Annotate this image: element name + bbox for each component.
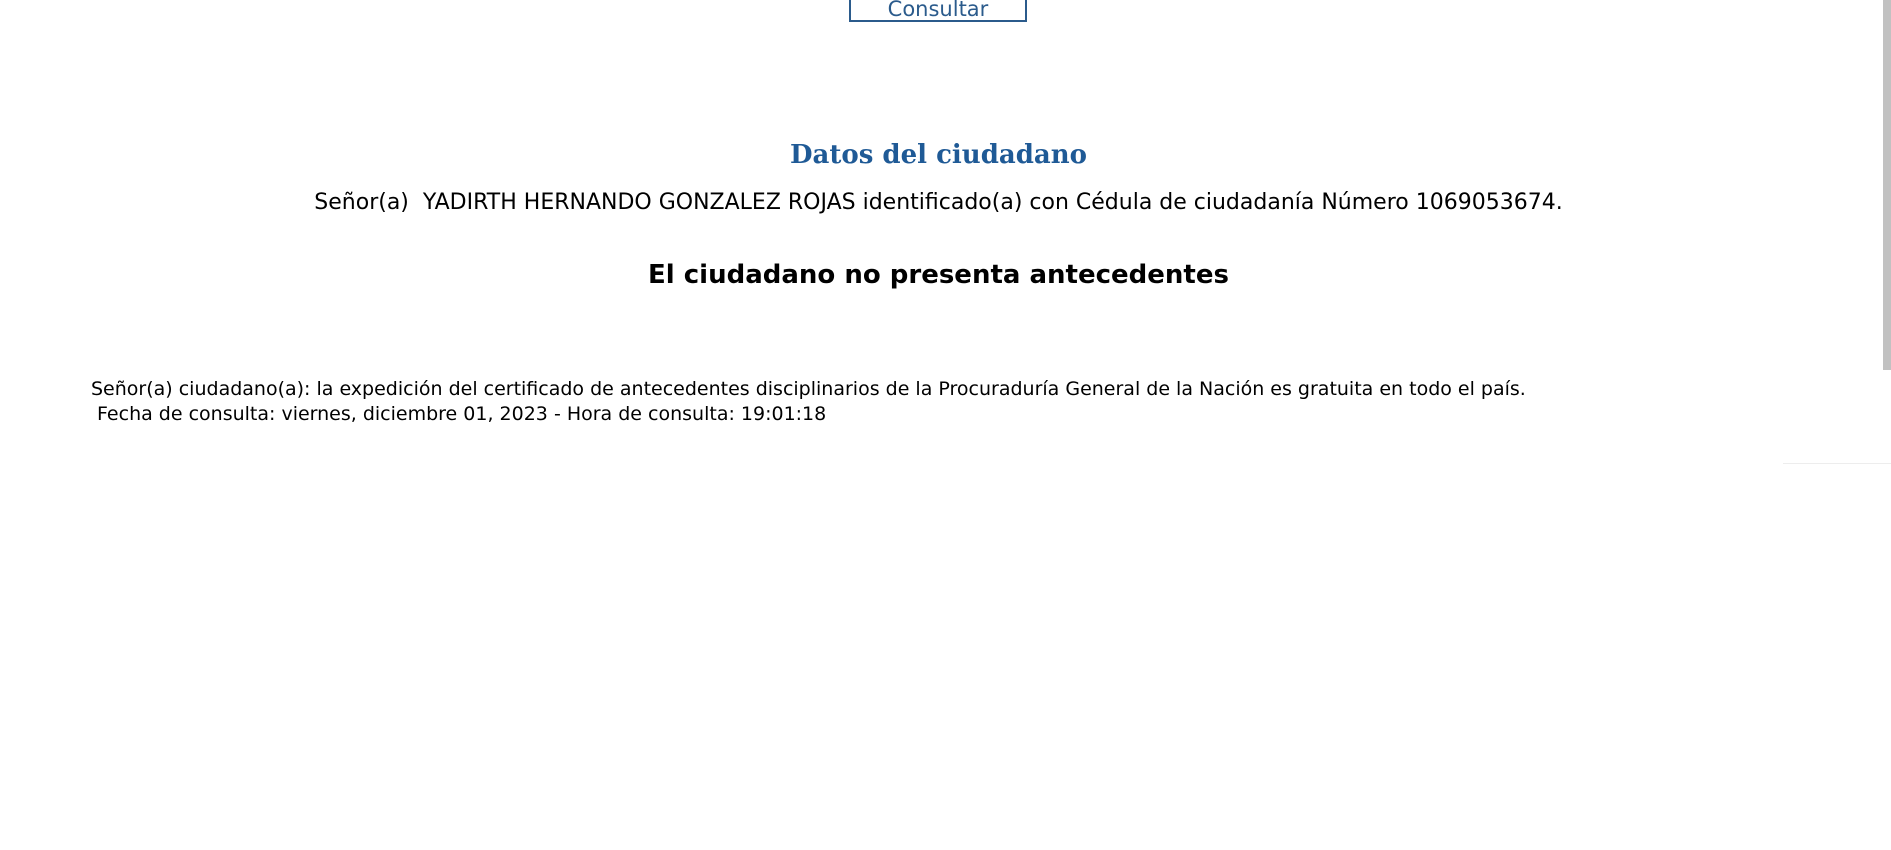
citizen-id-text: identificado(a) con Cédula de ciudadanía… [862,190,1563,215]
vertical-scrollbar[interactable] [1883,0,1891,370]
notice-free-certificate: Señor(a) ciudadano(a): la expedición del… [91,378,1526,400]
notice-consultation-datetime: Fecha de consulta: viernes, diciembre 01… [91,403,827,425]
section-title-datos-ciudadano: Datos del ciudadano [790,140,1087,170]
divider [1783,463,1891,464]
result-heading: El ciudadano no presenta antecedentes [648,260,1229,290]
citizen-name: YADIRTH HERNANDO GONZALEZ ROJAS [422,190,856,215]
notice-block: Señor(a) ciudadano(a): la expedición del… [91,377,1526,427]
citizen-identification-line: Señor(a) YADIRTH HERNANDO GONZALEZ ROJAS… [0,190,1877,215]
citizen-prefix: Señor(a) [314,190,409,215]
page: Consultar Datos del ciudadano Señor(a) Y… [0,0,1891,850]
consultar-button[interactable]: Consultar [849,0,1027,22]
